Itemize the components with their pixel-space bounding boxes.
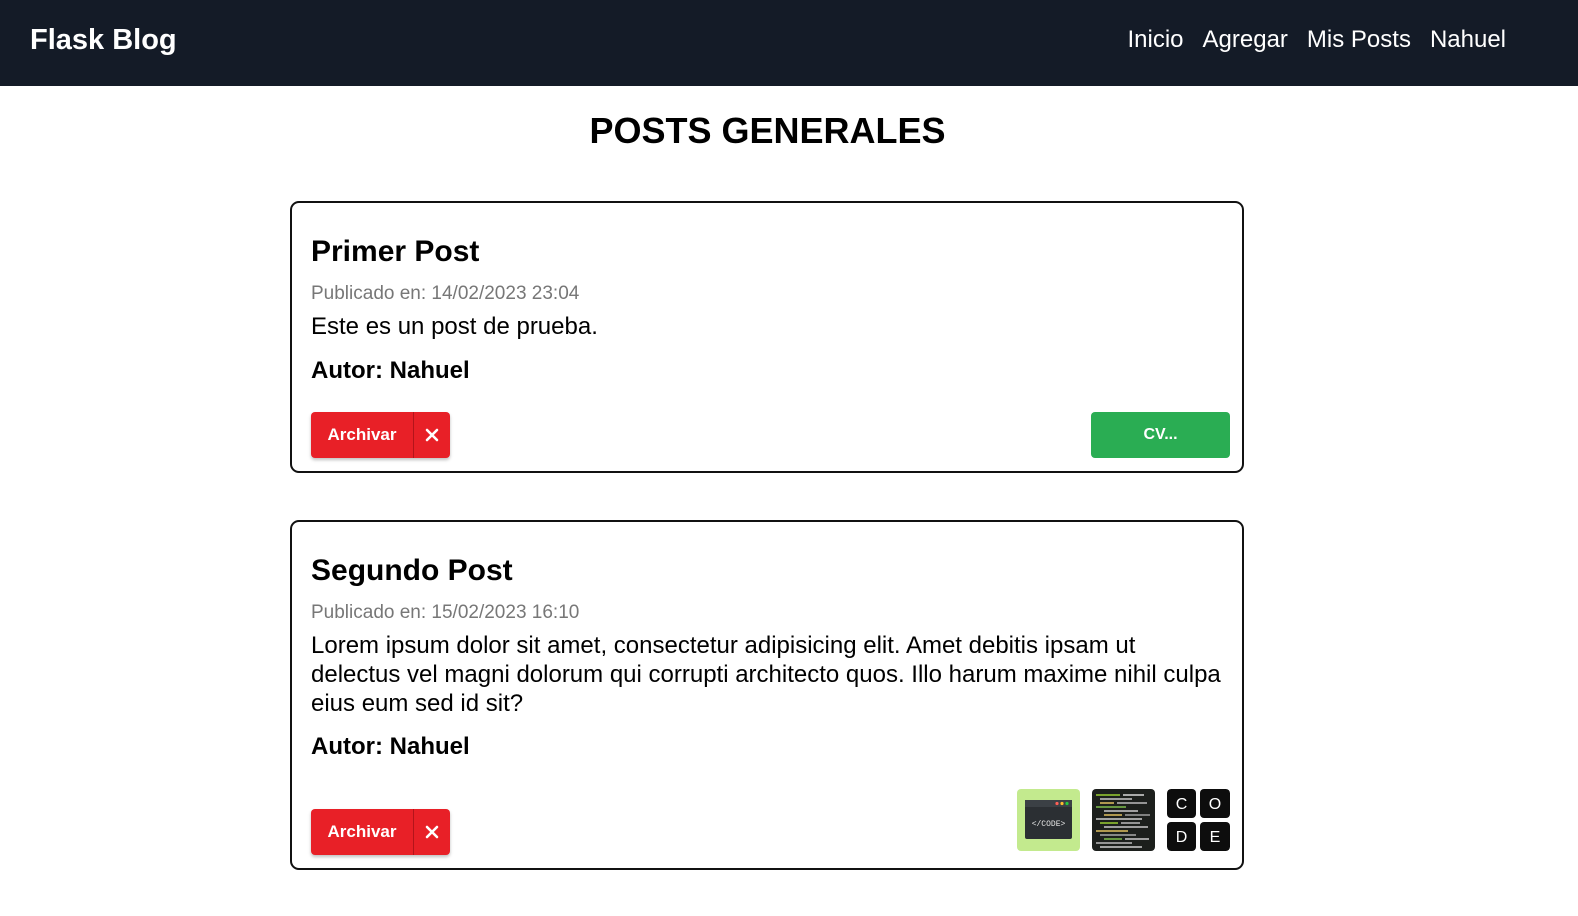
nav-link-user[interactable]: Nahuel — [1430, 25, 1506, 55]
post-author: Autor: Nahuel — [311, 733, 470, 760]
nav-link-mis-posts[interactable]: Mis Posts — [1307, 25, 1411, 55]
code-blocks-thumbnail[interactable]: C O D E — [1167, 789, 1230, 851]
close-icon — [414, 412, 450, 458]
attachment-cv-button[interactable]: CV... — [1091, 412, 1230, 458]
archive-label: Archivar — [327, 822, 397, 841]
post-date: Publicado en: 15/02/2023 16:10 — [311, 602, 580, 623]
post-title: Primer Post — [311, 235, 480, 268]
post-author: Autor: Nahuel — [311, 357, 470, 384]
post-card: Primer Post Publicado en: 14/02/2023 23:… — [290, 201, 1244, 473]
brand-link[interactable]: Flask Blog — [30, 22, 177, 58]
code-letter: O — [1209, 796, 1221, 813]
post-body: Este es un post de prueba. — [311, 313, 598, 340]
close-icon — [414, 809, 450, 855]
archive-label: Archivar — [327, 425, 397, 444]
post-date: Publicado en: 14/02/2023 23:04 — [311, 283, 580, 304]
code-letter: C — [1176, 796, 1188, 813]
code-letter: D — [1176, 829, 1188, 846]
archive-button[interactable]: Archivar — [311, 412, 450, 458]
thumbnail-caption: </CODE> — [1032, 820, 1066, 829]
post-title: Segundo Post — [311, 554, 513, 587]
code-screen-thumbnail[interactable] — [1092, 789, 1155, 851]
page-title: POSTS GENERALES — [589, 110, 946, 151]
nav-links: Inicio Agregar Mis Posts Nahuel — [1128, 25, 1507, 55]
nav-link-inicio[interactable]: Inicio — [1128, 25, 1184, 55]
image-thumbnails: </CODE> C O D E — [1017, 789, 1230, 851]
post-card: Segundo Post Publicado en: 15/02/2023 16… — [290, 520, 1244, 870]
nav-link-agregar[interactable]: Agregar — [1203, 25, 1288, 55]
archive-button[interactable]: Archivar — [311, 809, 450, 855]
navbar: Flask Blog Inicio Agregar Mis Posts Nahu… — [0, 0, 1578, 86]
post-body: Lorem ipsum dolor sit amet, consectetur … — [311, 632, 1221, 717]
code-letter: E — [1210, 829, 1221, 846]
code-window-thumbnail[interactable]: </CODE> — [1017, 789, 1080, 851]
